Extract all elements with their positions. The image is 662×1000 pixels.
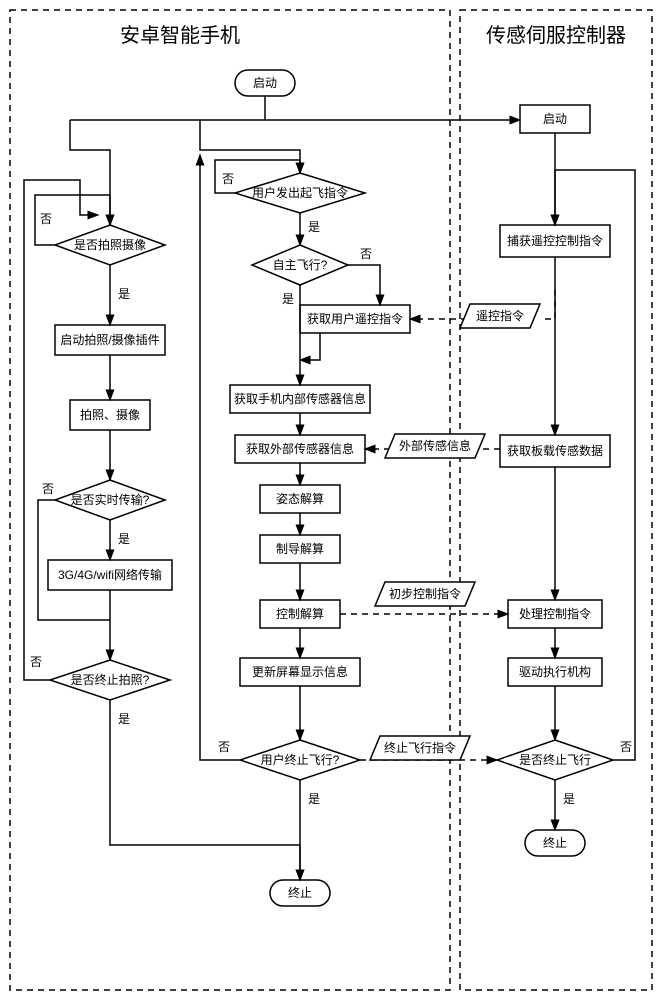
svg-text:终止飞行指令: 终止飞行指令 bbox=[384, 740, 456, 755]
lbl-takeoff-yes: 是 bbox=[308, 220, 320, 234]
title-right: 传感伺服控制器 bbox=[486, 24, 626, 47]
node-net-tx: 3G/4G/wifi网络传输 bbox=[48, 560, 172, 590]
node-photo-do: 拍照、摄像 bbox=[70, 400, 150, 430]
node-proc-ctrl: 处理控制指令 bbox=[508, 600, 602, 628]
lbl-rt-yes: 是 bbox=[118, 532, 130, 546]
lbl-rt-no: 否 bbox=[42, 482, 54, 496]
svg-text:终止: 终止 bbox=[543, 835, 567, 850]
svg-text:拍照、摄像: 拍照、摄像 bbox=[80, 407, 140, 422]
svg-text:获取手机内部传感器信息: 获取手机内部传感器信息 bbox=[234, 391, 366, 406]
node-user-stop-q: 用户终止飞行? bbox=[240, 740, 360, 780]
svg-text:是否拍照摄像: 是否拍照摄像 bbox=[74, 237, 146, 252]
svg-text:初步控制指令: 初步控制指令 bbox=[389, 586, 461, 601]
node-start-l: 启动 bbox=[235, 70, 295, 96]
lbl-rstop-yes: 是 bbox=[563, 792, 575, 806]
svg-text:终止: 终止 bbox=[288, 885, 312, 900]
lbl-stopp-yes: 是 bbox=[118, 712, 130, 726]
flowchart-canvas: 安卓智能手机 传感伺服控制器 启动 是否拍照摄像 启动拍照/摄像插件 拍照、摄像… bbox=[0, 0, 662, 1000]
title-left: 安卓智能手机 bbox=[120, 24, 240, 47]
node-start-r: 启动 bbox=[520, 105, 590, 133]
tag-rc-cmd: 遥控指令 bbox=[460, 304, 540, 328]
node-stop-photo-q: 是否终止拍照? bbox=[50, 660, 170, 700]
node-get-external: 获取外部传感器信息 bbox=[235, 435, 365, 463]
lbl-stopp-no: 否 bbox=[30, 655, 42, 669]
svg-text:用户终止飞行?: 用户终止飞行? bbox=[261, 752, 340, 767]
tag-stop-fly: 终止飞行指令 bbox=[370, 736, 470, 760]
lbl-rstop-no: 否 bbox=[620, 740, 632, 754]
svg-text:制导解算: 制导解算 bbox=[276, 541, 324, 556]
svg-text:捕获遥控控制指令: 捕获遥控控制指令 bbox=[507, 233, 603, 248]
node-get-onboard: 获取板载传感数据 bbox=[500, 435, 610, 467]
svg-text:自主飞行?: 自主飞行? bbox=[273, 258, 328, 272]
svg-text:启动拍照/摄像插件: 启动拍照/摄像插件 bbox=[60, 332, 159, 347]
node-capture-rc: 捕获遥控控制指令 bbox=[500, 225, 610, 257]
lbl-auto-no: 否 bbox=[360, 247, 372, 261]
node-photo-q: 是否拍照摄像 bbox=[55, 225, 165, 265]
node-attitude: 姿态解算 bbox=[260, 485, 340, 513]
node-realtime-q: 是否实时传输? bbox=[55, 480, 165, 520]
svg-text:控制解算: 控制解算 bbox=[276, 606, 324, 621]
tag-prelim-ctrl: 初步控制指令 bbox=[375, 582, 475, 606]
svg-text:3G/4G/wifi网络传输: 3G/4G/wifi网络传输 bbox=[58, 567, 162, 582]
node-control: 控制解算 bbox=[260, 600, 340, 628]
svg-text:获取用户遥控指令: 获取用户遥控指令 bbox=[307, 311, 403, 326]
node-stop-fly-q: 是否终止飞行 bbox=[497, 740, 613, 780]
svg-text:更新屏幕显示信息: 更新屏幕显示信息 bbox=[252, 664, 348, 679]
svg-text:获取板载传感数据: 获取板载传感数据 bbox=[507, 443, 603, 458]
svg-text:是否终止拍照?: 是否终止拍照? bbox=[71, 672, 150, 687]
node-auto-q: 自主飞行? bbox=[252, 245, 348, 285]
lbl-photoq-yes: 是 bbox=[118, 287, 130, 301]
svg-text:获取外部传感器信息: 获取外部传感器信息 bbox=[246, 441, 354, 456]
node-takeoff-q: 用户发出起飞指令 bbox=[235, 173, 365, 213]
lbl-auto-yes: 是 bbox=[282, 292, 294, 306]
lbl-takeoff-no: 否 bbox=[222, 172, 234, 186]
svg-text:驱动执行机构: 驱动执行机构 bbox=[519, 664, 591, 679]
svg-text:用户发出起飞指令: 用户发出起飞指令 bbox=[252, 185, 348, 200]
node-update-screen: 更新屏幕显示信息 bbox=[240, 658, 360, 686]
svg-text:姿态解算: 姿态解算 bbox=[276, 491, 324, 506]
node-photo-start: 启动拍照/摄像插件 bbox=[55, 325, 165, 355]
svg-text:处理控制指令: 处理控制指令 bbox=[519, 606, 591, 621]
lbl-ustop-no: 否 bbox=[218, 740, 230, 754]
node-guidance: 制导解算 bbox=[260, 535, 340, 563]
svg-text:是否实时传输?: 是否实时传输? bbox=[71, 492, 150, 507]
svg-text:启动: 启动 bbox=[253, 76, 277, 90]
node-get-internal: 获取手机内部传感器信息 bbox=[230, 385, 370, 413]
node-get-user-rc: 获取用户遥控指令 bbox=[300, 305, 410, 333]
svg-text:启动: 启动 bbox=[543, 112, 567, 126]
lbl-photoq-no: 否 bbox=[40, 212, 52, 226]
node-end-l: 终止 bbox=[270, 880, 330, 906]
node-drive: 驱动执行机构 bbox=[508, 658, 602, 686]
node-end-r: 终止 bbox=[525, 830, 585, 856]
svg-text:外部传感信息: 外部传感信息 bbox=[399, 438, 471, 453]
lbl-ustop-yes: 是 bbox=[308, 792, 320, 806]
svg-text:遥控指令: 遥控指令 bbox=[476, 308, 524, 323]
tag-ext-sensor: 外部传感信息 bbox=[385, 434, 485, 458]
svg-text:是否终止飞行: 是否终止飞行 bbox=[519, 752, 591, 767]
